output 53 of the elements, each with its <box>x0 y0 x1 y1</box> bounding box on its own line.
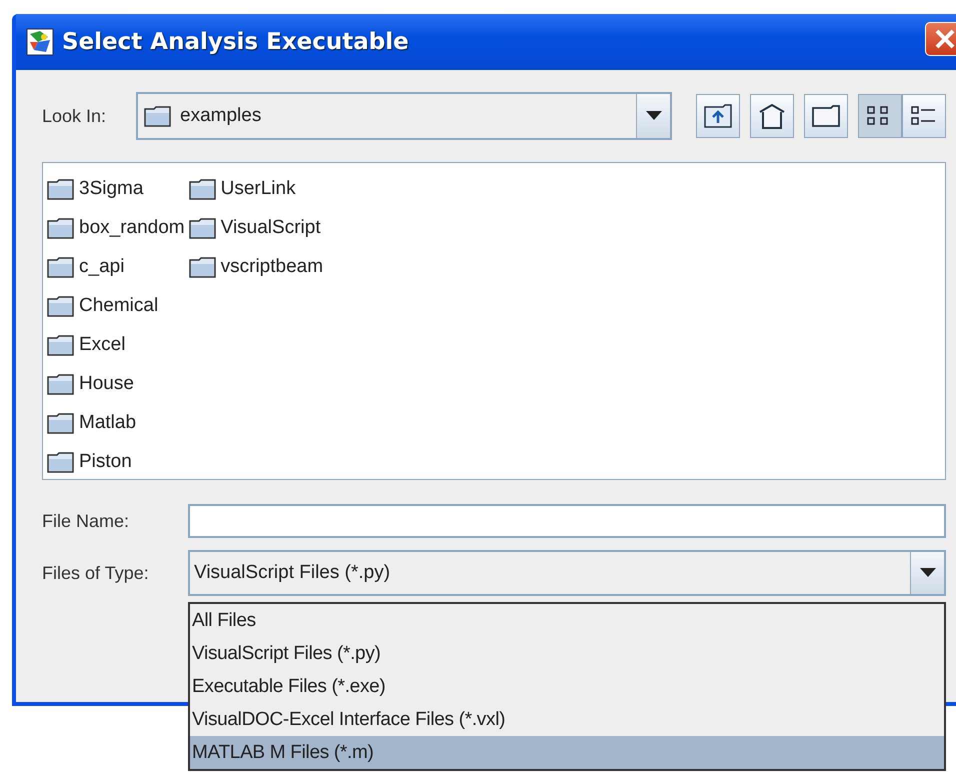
folder-item[interactable]: box_random <box>47 208 185 247</box>
folder-icon <box>47 178 75 200</box>
folder-item[interactable]: House <box>47 364 185 403</box>
look-in-label: Look In: <box>42 106 108 126</box>
look-in-dropdown[interactable]: examples <box>136 92 672 140</box>
folder-icon <box>47 334 75 356</box>
file-type-value: VisualScript Files (*.py) <box>193 562 392 584</box>
folder-icon <box>188 216 217 238</box>
file-type-dropdown[interactable]: VisualScript Files (*.py) <box>188 550 946 596</box>
menu-option[interactable]: MATLAB M Files (*.m) <box>190 736 944 769</box>
folder-item[interactable]: UserLink <box>188 169 324 208</box>
app-icon <box>26 28 54 56</box>
folder-item[interactable]: Excel <box>47 325 185 364</box>
menu-option[interactable]: VisualDOC-Excel Interface Files (*.vxl) <box>190 703 944 736</box>
folder-item[interactable]: vscriptbeam <box>188 247 324 286</box>
folder-icon <box>188 256 217 278</box>
dropdown-button[interactable] <box>910 552 944 594</box>
folder-icon <box>811 104 841 128</box>
folder-icon <box>144 105 172 127</box>
folder-item[interactable]: Matlab <box>47 403 185 442</box>
folder-icon <box>47 412 75 434</box>
menu-option[interactable]: Executable Files (*.exe) <box>190 670 944 703</box>
folder-item[interactable]: VisualScript <box>188 208 324 247</box>
menu-option[interactable]: All Files <box>190 604 944 637</box>
house-icon <box>757 102 787 130</box>
folder-item[interactable]: Chemical <box>47 286 185 325</box>
new-folder-button[interactable] <box>804 94 848 138</box>
menu-option[interactable]: VisualScript Files (*.py) <box>190 637 944 670</box>
folder-icon <box>47 372 75 394</box>
details-icon <box>910 104 938 128</box>
look-in-value: examples <box>138 105 636 127</box>
folder-item[interactable]: Piston <box>47 442 185 481</box>
folder-icon <box>47 294 75 316</box>
caret-icon <box>646 111 662 121</box>
file-name-field[interactable] <box>188 504 946 538</box>
close-icon <box>934 28 956 50</box>
up-folder-icon <box>703 103 733 129</box>
folder-icon <box>47 450 75 472</box>
folder-item[interactable]: 3Sigma <box>47 169 185 208</box>
close-button[interactable] <box>925 22 956 56</box>
folder-icon <box>188 178 217 200</box>
folder-item[interactable]: c_api <box>47 247 185 286</box>
caret-icon <box>920 568 936 578</box>
file-type-label: Files of Type: <box>42 562 150 584</box>
folder-icon <box>47 256 75 278</box>
window-title: Select Analysis Executable <box>62 29 409 55</box>
up-folder-button[interactable] <box>696 94 740 138</box>
home-button[interactable] <box>750 94 794 138</box>
details-view-button[interactable] <box>902 94 946 138</box>
list-view-button[interactable] <box>858 94 902 138</box>
folder-icon <box>47 216 75 238</box>
dropdown-button[interactable] <box>636 94 670 138</box>
file-name-label: File Name: <box>42 510 130 532</box>
